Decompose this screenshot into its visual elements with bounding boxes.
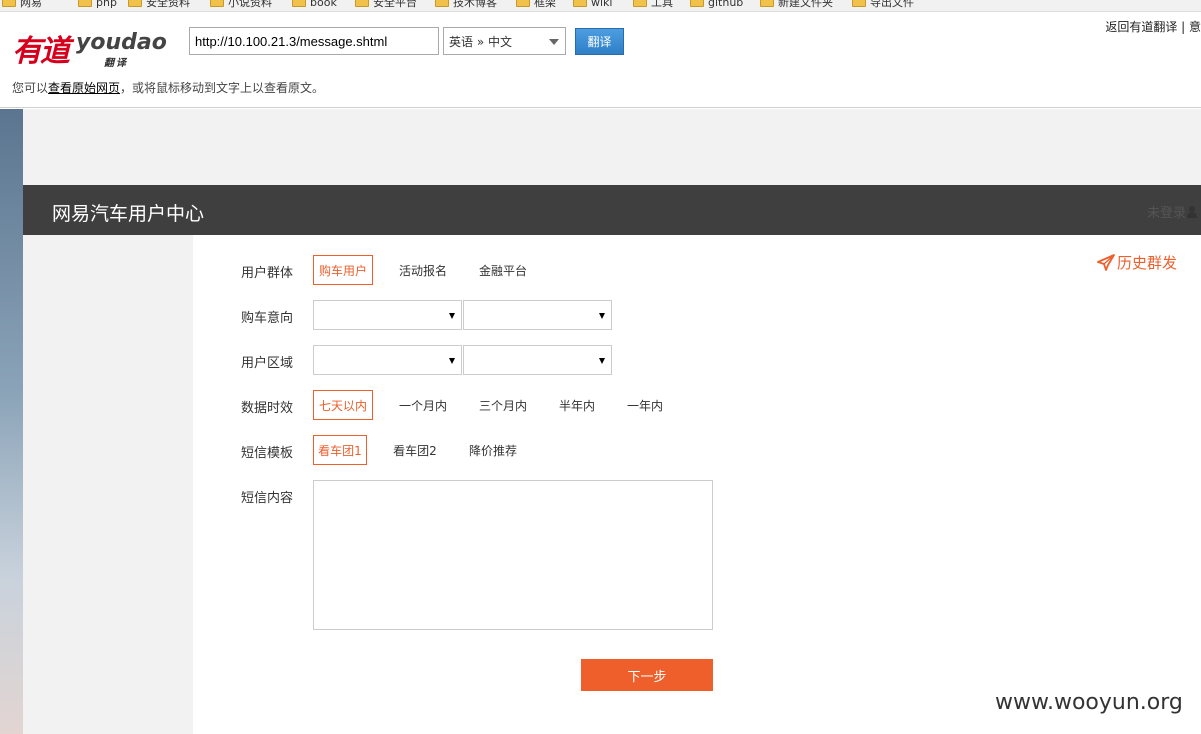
translation-hint: 您可以查看原始网页，或将鼠标移动到文字上以查看原文。 xyxy=(12,79,324,96)
user-icon xyxy=(1187,205,1197,218)
login-status[interactable]: 未登录 xyxy=(1147,202,1197,221)
data-period-option-half-year[interactable]: 半年内 xyxy=(553,390,601,420)
site-header-bar: 网易汽车用户中心 未登录 xyxy=(23,185,1201,235)
folder-icon xyxy=(292,0,306,7)
bookmark-label: 小说资料 xyxy=(228,0,272,9)
side-panel xyxy=(23,235,193,734)
bookmark-folder[interactable]: php xyxy=(78,0,117,9)
translate-button[interactable]: 翻译 xyxy=(575,28,624,55)
user-group-label: 用户群体 xyxy=(241,266,294,281)
bookmark-label: php xyxy=(96,0,117,9)
screen: 网易 php 安全资料 小说资料 book 安全平台 技术博客 框架 wiki … xyxy=(0,0,1201,734)
purchase-intent-label: 购车意向 xyxy=(241,311,294,326)
bookmark-folder[interactable]: 技术博客 xyxy=(435,0,497,9)
user-group-option-event-signup[interactable]: 活动报名 xyxy=(392,255,454,285)
sms-content-textarea[interactable] xyxy=(313,480,713,630)
page-top-area xyxy=(23,109,1201,185)
bookmark-label: book xyxy=(310,0,337,9)
next-step-button[interactable]: 下一步 xyxy=(581,659,713,691)
data-period-option-7-days[interactable]: 七天以内 xyxy=(313,390,373,420)
bookmark-label: 框架 xyxy=(534,0,556,9)
bookmark-label: 导出文件 xyxy=(870,0,914,9)
youdao-logo-chinese: 有道 xyxy=(12,34,70,69)
youdao-logo-english: youdao xyxy=(76,30,167,55)
bookmark-folder[interactable]: 安全平台 xyxy=(355,0,417,9)
bookmark-label: github xyxy=(708,0,744,9)
history-label: 历史群发 xyxy=(1117,254,1178,272)
sms-template-option-1[interactable]: 看车团1 xyxy=(313,435,367,465)
language-pair-label: 英语 » 中文 xyxy=(449,34,512,49)
sms-template-option-2[interactable]: 看车团2 xyxy=(388,435,442,465)
site-title: 网易汽车用户中心 xyxy=(52,203,205,225)
user-region-label: 用户区域 xyxy=(241,356,294,371)
language-select[interactable]: 英语 » 中文 xyxy=(443,27,566,55)
user-region-select-2[interactable] xyxy=(463,345,612,375)
folder-icon xyxy=(2,0,16,7)
folder-icon xyxy=(760,0,774,7)
youdao-logo-subtitle: 翻译 xyxy=(104,58,128,69)
bookmark-label: 安全资料 xyxy=(146,0,190,9)
bookmark-label: 网易 xyxy=(20,0,42,9)
folder-icon xyxy=(78,0,92,7)
history-broadcast-link[interactable]: 历史群发 xyxy=(1097,252,1177,273)
login-status-label: 未登录 xyxy=(1146,206,1186,221)
dropdown-arrow-icon xyxy=(599,358,605,364)
chevron-down-icon xyxy=(549,39,559,45)
dropdown-arrow-icon xyxy=(449,313,455,319)
bookmark-folder[interactable]: 工具 xyxy=(633,0,673,9)
bookmark-label: wiki xyxy=(591,0,613,9)
youdao-translate-bar: 有道 youdao 翻译 英语 » 中文 翻译 返回有道翻译 | 意 您可以查看… xyxy=(0,12,1201,108)
hint-prefix: 您可以 xyxy=(12,81,49,95)
bookmark-folder[interactable]: github xyxy=(690,0,744,9)
bookmark-folder[interactable]: 安全资料 xyxy=(128,0,190,9)
purchase-intent-select-2[interactable] xyxy=(463,300,612,330)
user-region-select-1[interactable] xyxy=(313,345,462,375)
bookmark-folder[interactable]: 新建文件夹 xyxy=(760,0,833,9)
user-group-option-finance[interactable]: 金融平台 xyxy=(472,255,534,285)
folder-icon xyxy=(516,0,530,7)
view-original-link[interactable]: 查看原始网页 xyxy=(48,81,120,95)
purchase-intent-select-1[interactable] xyxy=(313,300,462,330)
paper-plane-icon xyxy=(1097,253,1115,271)
folder-icon xyxy=(355,0,369,7)
folder-icon xyxy=(573,0,587,7)
folder-icon xyxy=(690,0,704,7)
sms-template-option-3[interactable]: 降价推荐 xyxy=(462,435,524,465)
watermark: www.wooyun.org xyxy=(995,690,1183,715)
sms-template-label: 短信模板 xyxy=(241,446,294,461)
bookmarks-bar: 网易 php 安全资料 小说资料 book 安全平台 技术博客 框架 wiki … xyxy=(0,0,1201,12)
dropdown-arrow-icon xyxy=(599,313,605,319)
hint-suffix: ，或将鼠标移动到文字上以查看原文。 xyxy=(120,81,325,95)
bookmark-label: 安全平台 xyxy=(373,0,417,9)
bookmark-folder[interactable]: 网易 xyxy=(2,0,42,9)
url-input[interactable] xyxy=(189,27,439,55)
user-group-option-car-buyers[interactable]: 购车用户 xyxy=(313,255,373,285)
bookmark-label: 工具 xyxy=(651,0,673,9)
dropdown-arrow-icon xyxy=(449,358,455,364)
data-period-option-1-year[interactable]: 一年内 xyxy=(621,390,669,420)
bookmark-label: 技术博客 xyxy=(453,0,497,9)
bookmark-folder[interactable]: 导出文件 xyxy=(852,0,914,9)
folder-icon xyxy=(435,0,449,7)
folder-icon xyxy=(633,0,647,7)
data-period-option-1-month[interactable]: 一个月内 xyxy=(392,390,454,420)
data-period-label: 数据时效 xyxy=(241,401,294,416)
bookmark-folder[interactable]: 小说资料 xyxy=(210,0,272,9)
window-edge-strip xyxy=(0,109,23,734)
bookmark-folder[interactable]: 框架 xyxy=(516,0,556,9)
folder-icon xyxy=(210,0,224,7)
bookmark-folder[interactable]: wiki xyxy=(573,0,613,9)
folder-icon xyxy=(852,0,866,7)
bookmark-folder[interactable]: book xyxy=(292,0,337,9)
back-to-youdao-link[interactable]: 返回有道翻译 | 意 xyxy=(1105,18,1201,35)
sms-content-label: 短信内容 xyxy=(241,491,294,506)
bookmark-label: 新建文件夹 xyxy=(778,0,833,9)
folder-icon xyxy=(128,0,142,7)
data-period-option-3-months[interactable]: 三个月内 xyxy=(472,390,534,420)
youdao-logo[interactable]: 有道 youdao 翻译 xyxy=(12,26,167,69)
